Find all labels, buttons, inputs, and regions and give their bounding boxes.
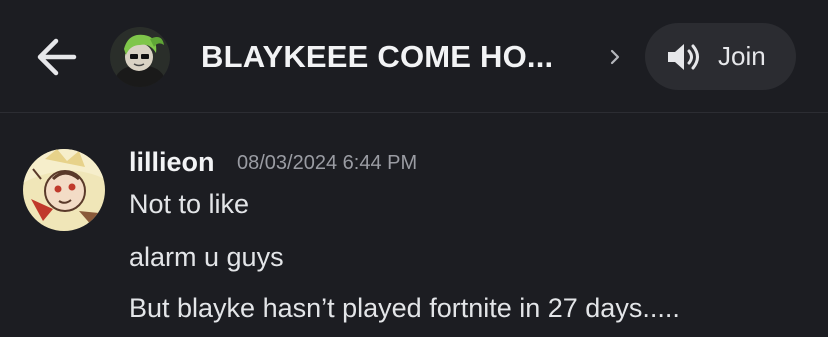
message-username[interactable]: lillieon [129, 144, 215, 180]
group-avatar[interactable] [110, 27, 170, 87]
message-timestamp: 08/03/2024 6:44 PM [237, 152, 418, 174]
message-line: alarm u guys [129, 242, 284, 272]
join-voice-button[interactable]: Join [645, 23, 796, 90]
back-button[interactable] [30, 34, 82, 80]
user-avatar-image [23, 149, 105, 231]
channel-details-button[interactable] [603, 40, 627, 74]
group-avatar-image [110, 27, 170, 87]
channel-title[interactable]: BLAYKEEE COME HO... [201, 37, 553, 77]
message-line: But blayke hasn’t played fortnite in 27 … [129, 293, 680, 323]
speaker-icon [668, 44, 699, 70]
message-line: Not to like [129, 189, 250, 219]
chevron-right-icon [610, 49, 620, 65]
arrow-left-icon [37, 38, 77, 76]
join-label: Join [718, 41, 766, 71]
user-avatar[interactable] [23, 149, 105, 231]
channel-header: BLAYKEEE COME HO... Join [0, 0, 828, 113]
